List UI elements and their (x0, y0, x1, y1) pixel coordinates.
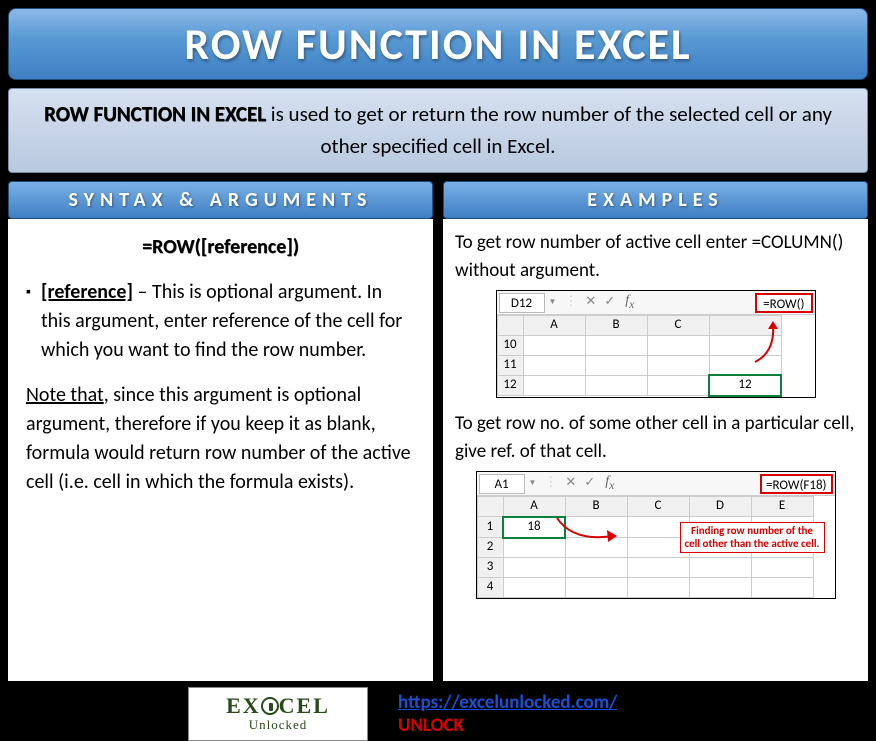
title-bar: ROW FUNCTION IN EXCEL (8, 8, 868, 80)
intro-rest: is used to get or return the row number … (266, 101, 832, 159)
logo-bottom: Unlocked (249, 717, 308, 733)
arg-desc: [reference] – This is optional argument.… (41, 278, 415, 365)
example1-text: To get row number of active cell enter =… (455, 229, 856, 284)
arg-label: [reference] (41, 280, 133, 304)
check-icon: ✓ (600, 293, 619, 312)
footer-unlock: UNLOCK (398, 714, 464, 737)
footer-link[interactable]: https://excelunlocked.com/ (398, 691, 617, 714)
syntax-header: SYNTAX & ARGUMENTS (8, 181, 433, 219)
result-cell-2: 18 (503, 517, 565, 538)
check-icon: ✓ (580, 474, 599, 493)
dropdown-icon: ▼ (545, 297, 561, 309)
cancel-icon: ✕ (581, 293, 600, 312)
bullet-icon: ▪ (26, 278, 31, 365)
dropdown-icon: ▼ (525, 478, 541, 490)
footer: EXCEL Unlocked https://excelunlocked.com… (8, 681, 868, 741)
logo-top: EXCEL (226, 695, 330, 717)
logo: EXCEL Unlocked (188, 687, 368, 741)
examples-header: EXAMPLES (443, 181, 868, 219)
namebox-1: D12 (499, 293, 545, 313)
cancel-icon: ✕ (561, 474, 580, 493)
note-text: Note that, since this argument is option… (26, 381, 415, 497)
syntax-formula: =ROW([reference]) (26, 233, 415, 262)
intro-bar: ROW FUNCTION IN EXCEL is used to get or … (8, 88, 868, 173)
formula-box-1: =ROW() (755, 293, 812, 313)
examples-column: EXAMPLES To get row number of active cel… (443, 181, 868, 681)
keyhole-icon (261, 697, 279, 715)
fx-icon: fx (619, 291, 640, 314)
page-title: ROW FUNCTION IN EXCEL (9, 17, 867, 71)
syntax-column: SYNTAX & ARGUMENTS =ROW([reference]) ▪ [… (8, 181, 433, 681)
annotation-box: Finding row number of the cell other tha… (680, 522, 825, 553)
fx-icon: fx (599, 472, 620, 495)
note-label: Note that (26, 383, 104, 407)
excel-mock-1: D12 ▼ ⋮ ✕ ✓ fx =ROW() A B C (496, 290, 816, 398)
example2-text: To get row no. of some other cell in a p… (455, 410, 856, 465)
intro-bold: ROW FUNCTION IN EXCEL (44, 101, 266, 127)
formula-box-2: =ROW(F18) (760, 474, 832, 494)
excel-mock-2: A1 ▼ ⋮ ✕ ✓ fx =ROW(F18) A B C (476, 471, 836, 599)
result-cell-1: 12 (709, 375, 781, 396)
namebox-2: A1 (479, 474, 525, 494)
